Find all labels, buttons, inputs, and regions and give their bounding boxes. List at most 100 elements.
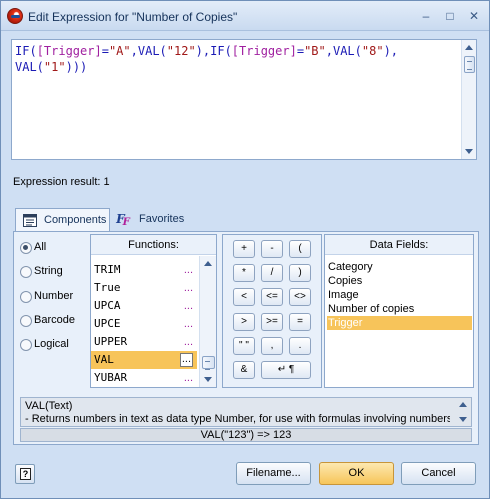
expression-result: Expression result: 1: [13, 176, 110, 188]
function-more-button[interactable]: ...: [184, 261, 193, 279]
data-fields-header: Data Fields:: [325, 235, 473, 255]
data-field-item[interactable]: Number of copies: [327, 302, 472, 316]
category-label: Barcode: [34, 314, 75, 326]
category-radio-logical[interactable]: Logical: [20, 338, 69, 352]
scroll-thumb[interactable]: [202, 356, 215, 370]
operator-button[interactable]: -: [261, 240, 283, 258]
expression-text[interactable]: IF([Trigger]="A",VAL("12"),IF([Trigger]=…: [15, 43, 455, 75]
data-fields-list[interactable]: Data Fields: Category Copies Image Number o…: [324, 234, 474, 388]
window-title: Edit Expression for "Number of Copies": [28, 10, 238, 24]
operator-button[interactable]: .: [289, 337, 311, 355]
tab-favorites[interactable]: F F Favorites: [111, 208, 193, 232]
scroll-thumb[interactable]: [464, 56, 475, 73]
function-more-button[interactable]: ...: [184, 297, 193, 315]
function-description-text: - Returns numbers in text as data type N…: [25, 413, 450, 425]
close-button[interactable]: ✕: [466, 9, 482, 23]
expression-editor[interactable]: IF([Trigger]="A",VAL("12"),IF([Trigger]=…: [11, 39, 477, 160]
expression-token: =: [296, 44, 305, 58]
category-radio-barcode[interactable]: Barcode: [20, 314, 75, 328]
function-item[interactable]: VAL...: [91, 351, 197, 369]
operator-button[interactable]: (: [289, 240, 311, 258]
filename-button[interactable]: Filename...: [236, 462, 311, 485]
operator-button[interactable]: *: [233, 264, 255, 282]
category-radio-number[interactable]: Number: [20, 290, 73, 304]
expression-token: "8": [361, 44, 384, 58]
maximize-button[interactable]: □: [442, 9, 458, 23]
operator-button[interactable]: >: [233, 313, 255, 331]
expression-token: "1": [43, 60, 66, 74]
category-radio-string[interactable]: String: [20, 265, 63, 279]
cancel-button[interactable]: Cancel: [401, 462, 476, 485]
category-label: String: [34, 265, 63, 277]
function-name: YUBAR: [94, 371, 128, 384]
data-field-item[interactable]: Trigger: [327, 316, 472, 330]
function-description: VAL(Text) - Returns numbers in text as d…: [20, 397, 472, 427]
operator-button[interactable]: +: [233, 240, 255, 258]
expression-token: ),IF(: [195, 44, 232, 58]
function-item[interactable]: TRIM...: [91, 261, 197, 279]
components-panel: All String Number Barcode Logical Functi…: [13, 231, 479, 445]
ok-button[interactable]: OK: [319, 462, 394, 485]
function-name: True: [94, 281, 121, 294]
functions-header: Functions:: [91, 235, 216, 255]
operator-button[interactable]: <=: [261, 288, 283, 306]
function-ff-icon: F F: [115, 213, 131, 226]
function-more-button[interactable]: ...: [184, 333, 193, 351]
function-example: VAL("123") => 123: [20, 428, 472, 442]
function-more-button[interactable]: ...: [184, 315, 193, 333]
tab-favorites-label: Favorites: [139, 213, 185, 225]
function-name: UPCA: [94, 299, 121, 312]
function-item[interactable]: UPCE...: [91, 315, 197, 333]
expression-token: ,VAL(: [130, 44, 167, 58]
scroll-down-icon[interactable]: [204, 377, 212, 382]
operator-button[interactable]: &: [233, 361, 255, 379]
operator-button[interactable]: ,: [261, 337, 283, 355]
expression-token: [Trigger]: [36, 44, 102, 58]
scroll-down-icon[interactable]: [465, 149, 473, 154]
scroll-down-icon[interactable]: [459, 417, 467, 422]
expression-token: "B": [304, 44, 326, 58]
expression-token: [Trigger]: [231, 44, 297, 58]
tab-components-label: Components: [44, 214, 107, 226]
svg-text:F: F: [122, 216, 131, 226]
minimize-button[interactable]: –: [418, 9, 434, 23]
data-field-item[interactable]: Image: [327, 288, 472, 302]
scroll-up-icon[interactable]: [459, 402, 467, 407]
operator-button[interactable]: >=: [261, 313, 283, 331]
scroll-up-icon[interactable]: [465, 45, 473, 50]
function-name: TRIM: [94, 263, 121, 276]
data-field-item[interactable]: Category: [327, 260, 472, 274]
operator-button[interactable]: " ": [233, 337, 255, 355]
list-window-icon: [23, 214, 37, 227]
operator-button[interactable]: =: [289, 313, 311, 331]
operator-button[interactable]: <>: [289, 288, 311, 306]
tab-components[interactable]: Components: [15, 208, 110, 232]
edit-expression-dialog: Edit Expression for "Number of Copies" –…: [0, 0, 490, 499]
function-more-button[interactable]: ...: [179, 353, 193, 367]
help-button[interactable]: ?: [15, 464, 35, 484]
operator-button[interactable]: <: [233, 288, 255, 306]
expression-token: "A": [108, 44, 131, 58]
operator-button[interactable]: /: [261, 264, 283, 282]
function-item[interactable]: True...: [91, 279, 197, 297]
function-item[interactable]: YUBAR...: [91, 369, 197, 387]
function-signature: VAL(Text): [25, 400, 73, 412]
operator-pad: + -( * /) < <= <> > >= = " ",. & ↵ ¶: [222, 234, 322, 388]
scroll-up-icon[interactable]: [204, 261, 212, 266]
expression-token: ,VAL(: [325, 44, 362, 58]
operator-button[interactable]: ): [289, 264, 311, 282]
category-label: Logical: [34, 338, 69, 350]
editor-scrollbar[interactable]: [461, 40, 476, 159]
function-more-button[interactable]: ...: [184, 279, 193, 297]
functions-scrollbar[interactable]: [199, 256, 216, 387]
data-field-item[interactable]: Copies: [327, 274, 472, 288]
category-radio-all[interactable]: All: [20, 241, 46, 255]
expression-token: ))): [65, 60, 88, 74]
operator-button[interactable]: ↵ ¶: [261, 361, 311, 379]
function-item[interactable]: UPCA...: [91, 297, 197, 315]
function-name: UPCE: [94, 317, 121, 330]
function-more-button[interactable]: ...: [184, 369, 193, 387]
expression-token: IF(: [15, 44, 37, 58]
function-item[interactable]: UPPER...: [91, 333, 197, 351]
functions-list[interactable]: Functions: TRIM... True... UPCA... UPCE... U…: [90, 234, 217, 388]
